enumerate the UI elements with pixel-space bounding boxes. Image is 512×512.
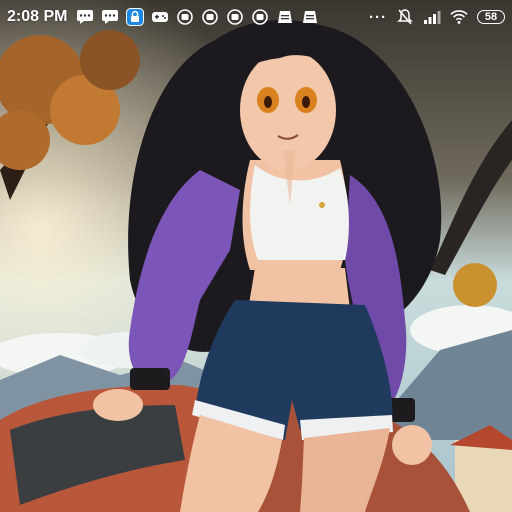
wallpaper-image [0,0,512,512]
app-notification-icon [201,8,219,26]
notes-app-icon [276,8,294,26]
clock: 2:08 PM [7,8,68,25]
mute-bell-icon [396,8,414,26]
game-controller-icon [151,8,169,26]
battery-icon: 58 [477,10,505,24]
app-notification-icon [251,8,269,26]
chat-bubble-icon [101,8,119,26]
more-dots-icon: ··· [369,8,387,26]
app-notification-icon [176,8,194,26]
app-notification-icon [226,8,244,26]
notes-app-icon [301,8,319,26]
battery-level: 58 [484,11,498,23]
chat-bubble-icon [76,8,94,26]
status-bar: 2:08 PM ··· 58 [0,0,512,34]
lock-notification-icon [126,8,145,26]
wifi-icon [450,8,468,26]
signal-icon [423,8,441,26]
